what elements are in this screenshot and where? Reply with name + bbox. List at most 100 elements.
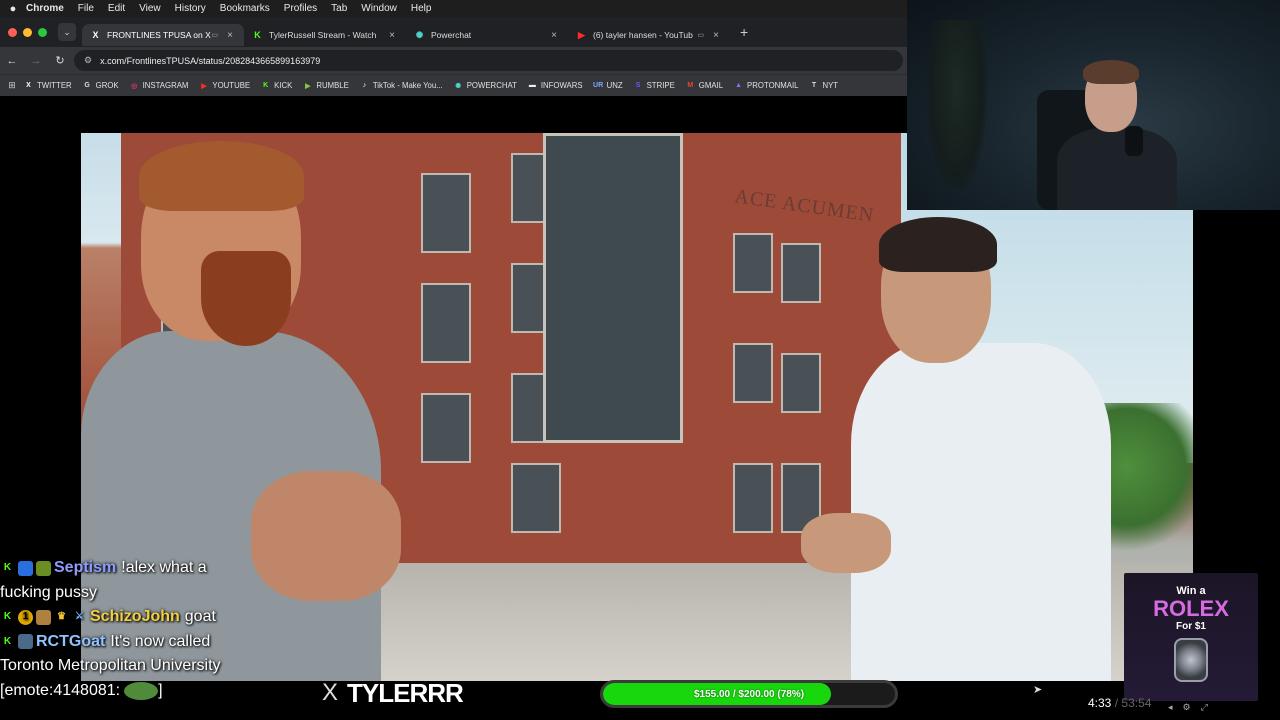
settings-icon[interactable]: ⚙ (1183, 702, 1201, 712)
emote-badge-icon (36, 560, 51, 576)
macos-menu-bar: ● Chrome File Edit View History Bookmark… (0, 0, 907, 17)
menu-bookmarks[interactable]: Bookmarks (220, 3, 270, 14)
infowars-logo-icon: ▬ (528, 82, 536, 89)
current-time: 4:33 (1088, 696, 1112, 710)
bookmark-label: INFOWARS (540, 81, 583, 90)
browser-tab[interactable]: K TylerRussell Stream - Watch × (244, 24, 406, 46)
close-tab-icon[interactable]: × (224, 30, 236, 41)
forward-arrow-icon[interactable]: → (24, 55, 48, 67)
apple-icon[interactable]: ● (0, 3, 26, 15)
ad-brand: ROLEX (1153, 596, 1229, 621)
tab-title: TylerRussell Stream - Watch (269, 30, 377, 40)
bookmark-item[interactable]: G GROK (83, 81, 118, 90)
grok-logo-icon: G (84, 82, 90, 89)
bookmark-item[interactable]: ♪ TikTok - Make You... (360, 81, 443, 90)
bookmark-label: INSTAGRAM (142, 81, 189, 90)
emote-badge-icon (18, 634, 33, 650)
sword-badge-icon: ⚔ (75, 611, 84, 622)
chat-message: [emote:4148081: ] (0, 679, 300, 704)
close-tab-icon[interactable]: × (710, 30, 722, 41)
stream-branding: X TYLERRR (322, 678, 464, 708)
browser-tab[interactable]: ✺ Powerchat × (406, 24, 568, 46)
bookmark-label: POWERCHAT (466, 81, 517, 90)
close-tab-icon[interactable]: × (548, 30, 560, 41)
subscriber-badge-icon (18, 560, 33, 576)
chat-text: goat (184, 608, 216, 625)
browser-tab[interactable]: ▶ (6) tayler hansen - YouTub ▭ × (568, 24, 730, 46)
kick-badge-icon: K (3, 635, 12, 647)
menu-profiles[interactable]: Profiles (284, 3, 317, 14)
media-playing-icon[interactable]: ▭ (211, 31, 218, 39)
x-logo-icon: X (322, 679, 338, 706)
stripe-logo-icon: S (635, 82, 641, 89)
browser-toolbar: ← → ↻ ⚙ x.com/FrontlinesTPUSA/status/208… (0, 47, 907, 74)
x-logo-icon: X (92, 30, 99, 40)
address-bar[interactable]: ⚙ x.com/FrontlinesTPUSA/status/208284366… (74, 50, 903, 71)
chat-username[interactable]: Septism (54, 556, 116, 581)
zoom-window-button[interactable] (38, 27, 47, 37)
emote-badge-icon (36, 609, 51, 625)
tab-title: FRONTLINES TPUSA on X (107, 30, 211, 40)
bookmark-item[interactable]: ▬ INFOWARS (528, 81, 583, 90)
apps-grid-icon[interactable]: ⊞ (0, 80, 24, 91)
menu-history[interactable]: History (175, 3, 206, 14)
bookmark-item[interactable]: M GMAIL (686, 81, 723, 90)
stream-screen: ● Chrome File Edit View History Bookmark… (0, 0, 1280, 720)
close-window-button[interactable] (8, 27, 17, 37)
tab-list: X FRONTLINES TPUSA on X ▭ × K TylerRussell St… (82, 18, 730, 46)
rolex-ad[interactable]: Win a ROLEX For $1 (1124, 573, 1258, 701)
menu-window[interactable]: Window (361, 3, 397, 14)
minimize-window-button[interactable] (23, 27, 32, 37)
chat-username[interactable]: RCTGoat (36, 630, 105, 655)
bookmark-item[interactable]: X TWITTER (24, 81, 72, 90)
kick-logo-icon: K (263, 82, 269, 89)
volume-icon[interactable]: ◂ (1168, 702, 1183, 712)
browser-tab[interactable]: X FRONTLINES TPUSA on X ▭ × (82, 24, 244, 46)
menu-file[interactable]: File (78, 3, 94, 14)
menu-view[interactable]: View (139, 3, 161, 14)
kick-badge-icon: K (3, 611, 12, 622)
menu-tab[interactable]: Tab (331, 3, 347, 14)
fullscreen-icon[interactable]: ⤢ (1201, 702, 1218, 712)
new-tab-plus-icon[interactable]: + (740, 24, 748, 40)
instagram-logo-icon: ◎ (131, 82, 138, 90)
chat-overlay: K Septism !alex what a fucking pussy K 1… (0, 556, 300, 703)
site-info-icon[interactable]: ⚙ (84, 55, 92, 66)
video-glass-tower (543, 133, 683, 443)
mouse-cursor-icon: ➤ (1033, 684, 1043, 696)
kick-logo-icon: K (254, 30, 261, 40)
youtube-logo-icon: ▶ (201, 82, 207, 90)
donation-goal-bar: $155.00 / $200.00 (78%) (600, 680, 898, 708)
bookmark-item[interactable]: UR UNZ (593, 81, 623, 90)
youtube-logo-icon: ▶ (578, 29, 585, 40)
pepe-emote-icon (124, 681, 159, 700)
menu-chrome[interactable]: Chrome (26, 3, 64, 14)
bookmark-item[interactable]: S STRIPE (634, 81, 675, 90)
chat-username[interactable]: SchizoJohn (90, 605, 180, 630)
tab-search-chevron-icon[interactable]: ⌄ (58, 23, 76, 41)
bookmark-list: X TWITTER G GROK ◎ INSTAGRAM ▶ YOUTUBE K KICK ▶ RUM… (24, 81, 849, 90)
bookmark-label: KICK (274, 81, 293, 90)
chat-text: !alex what a (121, 559, 207, 576)
close-tab-icon[interactable]: × (386, 30, 398, 41)
bookmark-item[interactable]: ▶ YOUTUBE (199, 81, 250, 90)
bookmark-item[interactable]: T NYT (809, 81, 838, 90)
back-arrow-icon[interactable]: ← (0, 55, 24, 67)
bookmark-item[interactable]: ✺ POWERCHAT (454, 81, 517, 90)
bookmark-label: RUMBLE (316, 81, 349, 90)
bookmark-item[interactable]: ▲ PROTONMAIL (734, 81, 798, 90)
bookmark-label: YOUTUBE (212, 81, 251, 90)
powerchat-logo-icon: ✺ (455, 82, 462, 90)
bookmark-label: TWITTER (37, 81, 72, 90)
bookmark-item[interactable]: ◎ INSTAGRAM (130, 81, 189, 90)
menu-edit[interactable]: Edit (108, 3, 125, 14)
url-text: x.com/FrontlinesTPUSA/status/20828436658… (100, 55, 321, 66)
reload-icon[interactable]: ↻ (48, 54, 72, 67)
webcam-streamer-body (1057, 128, 1177, 210)
protonmail-logo-icon: ▲ (735, 82, 743, 89)
media-playing-icon[interactable]: ▭ (697, 31, 704, 39)
bookmark-item[interactable]: K KICK (261, 81, 292, 90)
bookmark-item[interactable]: ▶ RUMBLE (303, 81, 349, 90)
chat-message: K Septism !alex what a (0, 556, 300, 581)
menu-help[interactable]: Help (411, 3, 432, 14)
